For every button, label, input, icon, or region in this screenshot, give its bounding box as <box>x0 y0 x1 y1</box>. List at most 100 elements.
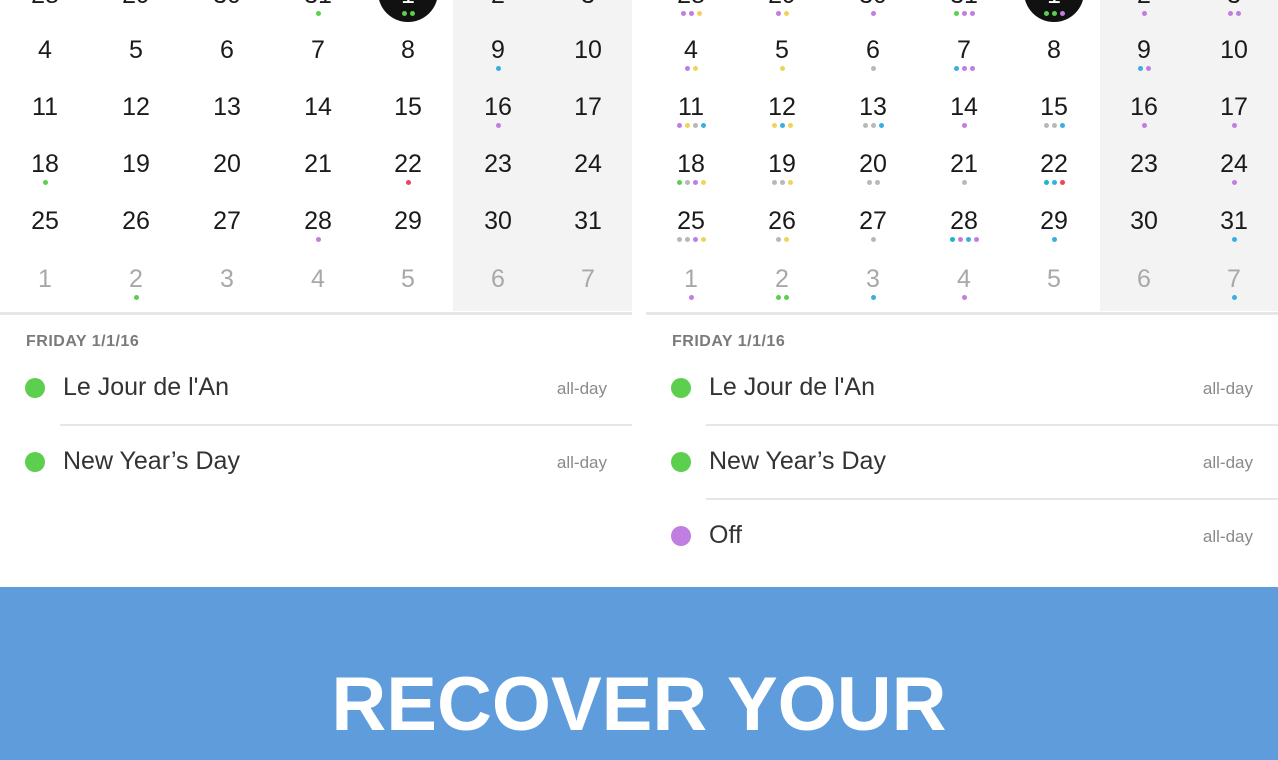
event-dots <box>1189 180 1278 186</box>
calendar-color-dot <box>25 378 45 398</box>
day-cell[interactable]: 10 <box>543 35 633 92</box>
day-number: 4 <box>38 36 52 64</box>
day-cell[interactable]: 13 <box>828 92 918 149</box>
day-number: 11 <box>678 93 704 121</box>
day-number: 3 <box>543 0 633 10</box>
day-cell[interactable]: 28 <box>919 206 1009 263</box>
day-cell[interactable]: 24 <box>1189 149 1278 206</box>
day-number: 28 <box>0 0 90 10</box>
day-cell[interactable]: 12 <box>737 92 827 149</box>
day-cell[interactable]: 23 <box>1099 149 1189 206</box>
event-dot <box>775 11 781 16</box>
event-dots <box>91 237 181 243</box>
day-cell[interactable]: 16 <box>1099 92 1189 149</box>
event-dot <box>1227 11 1233 16</box>
day-cell[interactable]: 4 <box>646 35 736 92</box>
day-cell[interactable]: 5 <box>91 35 181 92</box>
day-cell[interactable]: 28 <box>646 0 736 37</box>
day-cell[interactable]: 18 <box>0 149 90 206</box>
day-cell[interactable]: 28 <box>0 0 90 37</box>
day-cell[interactable]: 30 <box>828 0 918 37</box>
event-dots <box>182 237 272 243</box>
event-dot <box>862 123 868 128</box>
day-cell[interactable]: 28 <box>273 206 363 263</box>
day-cell[interactable]: 11 <box>0 92 90 149</box>
day-cell[interactable]: 21 <box>919 149 1009 206</box>
day-cell[interactable]: 19 <box>91 149 181 206</box>
day-cell[interactable]: 22 <box>363 149 453 206</box>
day-cell[interactable]: 27 <box>828 206 918 263</box>
day-number: 21 <box>304 150 332 178</box>
day-cell[interactable]: 6 <box>182 35 272 92</box>
day-cell[interactable]: 29 <box>737 0 827 37</box>
day-cell[interactable]: 31 <box>273 0 363 37</box>
day-cell[interactable]: 31 <box>543 206 633 263</box>
event-dot <box>779 180 785 185</box>
event-dot <box>1231 180 1237 185</box>
day-cell[interactable]: 3 <box>1189 0 1278 37</box>
day-cell[interactable]: 31 <box>919 0 1009 37</box>
day-number: 7 <box>581 265 595 293</box>
day-cell[interactable]: 1 <box>1009 0 1099 37</box>
day-number: 29 <box>737 0 827 10</box>
day-cell[interactable]: 24 <box>543 149 633 206</box>
row-separator <box>706 498 1278 500</box>
day-cell[interactable]: 16 <box>453 92 543 149</box>
day-cell[interactable]: 9 <box>1099 35 1189 92</box>
day-cell[interactable]: 3 <box>543 0 633 37</box>
day-cell[interactable]: 8 <box>363 35 453 92</box>
day-cell[interactable]: 7 <box>273 35 363 92</box>
day-cell[interactable]: 20 <box>828 149 918 206</box>
day-cell[interactable]: 14 <box>273 92 363 149</box>
day-cell[interactable]: 30 <box>182 0 272 37</box>
day-cell[interactable]: 9 <box>453 35 543 92</box>
day-cell[interactable]: 30 <box>453 206 543 263</box>
day-cell[interactable]: 23 <box>453 149 543 206</box>
event-row[interactable]: Le Jour de l'An all-day <box>646 373 1278 448</box>
event-row[interactable]: Le Jour de l'An all-day <box>0 373 632 448</box>
day-cell[interactable]: 30 <box>1099 206 1189 263</box>
day-cell[interactable]: 2 <box>453 0 543 37</box>
day-cell[interactable]: 20 <box>182 149 272 206</box>
day-cell[interactable]: 5 <box>737 35 827 92</box>
day-cell[interactable]: 12 <box>91 92 181 149</box>
day-cell[interactable]: 15 <box>1009 92 1099 149</box>
day-cell[interactable]: 29 <box>91 0 181 37</box>
day-cell[interactable]: 11 <box>646 92 736 149</box>
day-cell[interactable]: 7 <box>919 35 1009 92</box>
day-cell[interactable]: 17 <box>543 92 633 149</box>
day-cell[interactable]: 10 <box>1189 35 1278 92</box>
day-cell[interactable]: 14 <box>919 92 1009 149</box>
event-row[interactable]: New Year’s Day all-day <box>0 447 632 522</box>
day-cell[interactable]: 21 <box>273 149 363 206</box>
day-cell[interactable]: 19 <box>737 149 827 206</box>
day-cell[interactable]: 18 <box>646 149 736 206</box>
day-cell[interactable]: 26 <box>737 206 827 263</box>
day-cell[interactable]: 1 <box>363 0 453 37</box>
day-cell[interactable]: 31 <box>1189 206 1278 263</box>
day-cell[interactable]: 22 <box>1009 149 1099 206</box>
day-number: 12 <box>122 93 150 121</box>
event-row[interactable]: New Year’s Day all-day <box>646 447 1278 522</box>
event-time: all-day <box>1202 453 1253 472</box>
day-cell[interactable]: 29 <box>1009 206 1099 263</box>
day-cell[interactable]: 25 <box>646 206 736 263</box>
day-cell[interactable]: 4 <box>0 35 90 92</box>
day-cell[interactable]: 15 <box>363 92 453 149</box>
event-dot <box>775 237 781 242</box>
day-cell[interactable]: 2 <box>1099 0 1189 37</box>
day-cell[interactable]: 29 <box>363 206 453 263</box>
day-cell[interactable]: 26 <box>91 206 181 263</box>
event-dot <box>692 123 698 128</box>
day-cell[interactable]: 6 <box>828 35 918 92</box>
day-cell[interactable]: 25 <box>0 206 90 263</box>
event-dots <box>273 66 363 72</box>
event-dot <box>692 180 698 185</box>
day-cell[interactable]: 27 <box>182 206 272 263</box>
day-cell[interactable]: 17 <box>1189 92 1278 149</box>
day-cell[interactable]: 8 <box>1009 35 1099 92</box>
day-number: 5 <box>129 36 143 64</box>
event-dots <box>1189 237 1278 243</box>
event-dots <box>91 11 181 17</box>
day-cell[interactable]: 13 <box>182 92 272 149</box>
